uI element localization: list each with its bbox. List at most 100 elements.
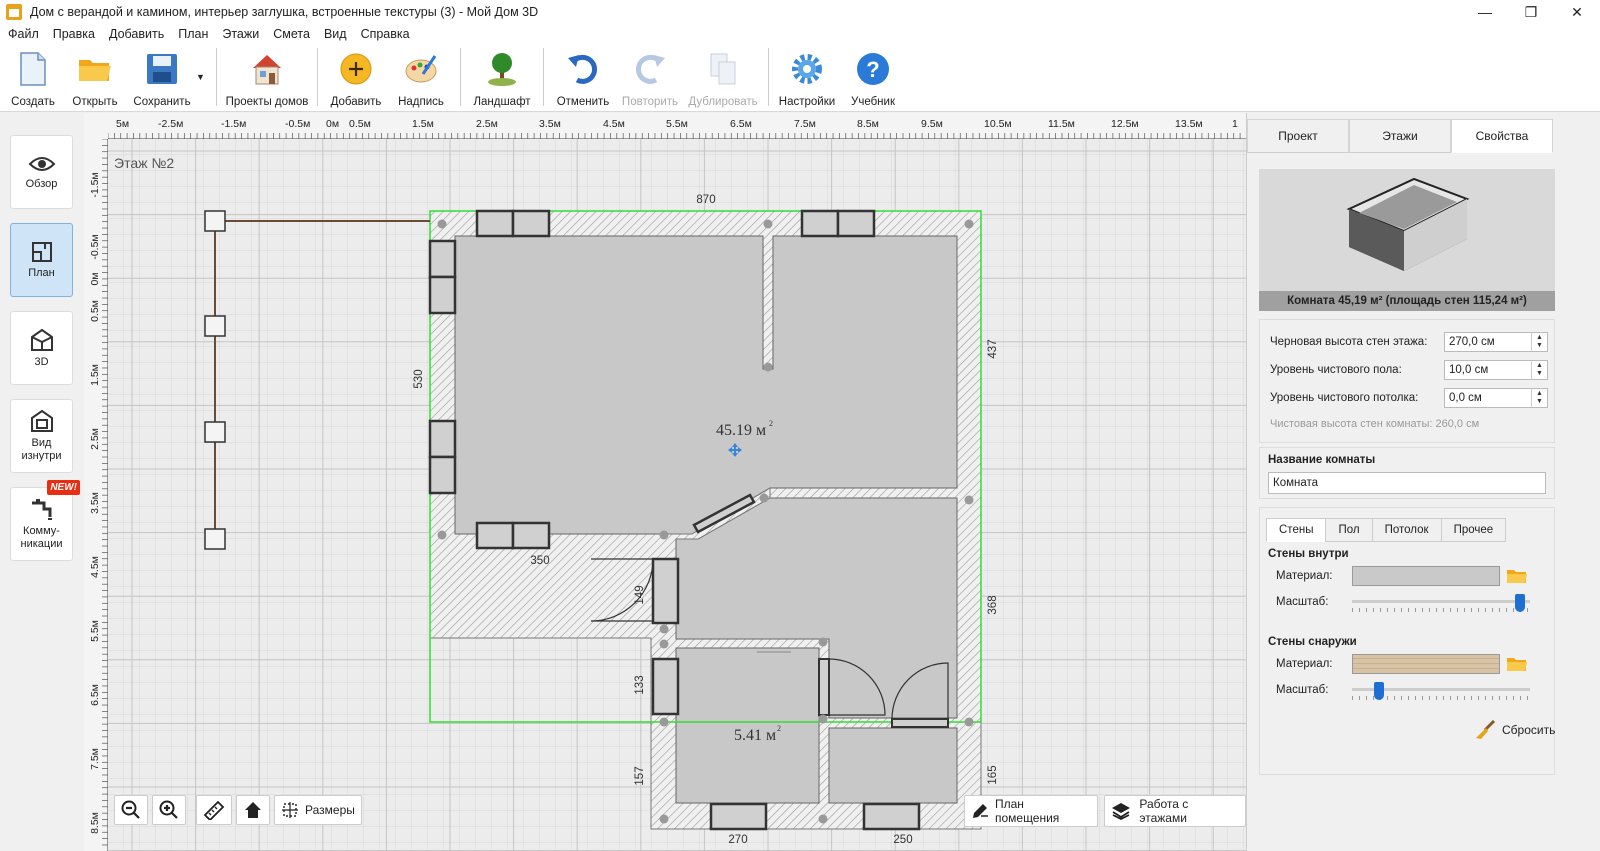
rough-height-spinner[interactable]: 270,0 см ▲ ▼ <box>1444 332 1548 352</box>
walls-outside-title: Стены снаружи <box>1268 636 1357 648</box>
ruler-tick-label: 5м <box>116 118 129 130</box>
ruler-tick-label: 8.5м <box>857 118 879 130</box>
ruler-tick-label: -1.5м <box>221 118 246 130</box>
reset-button[interactable]: Сбросить <box>1474 720 1555 740</box>
tab-other[interactable]: Прочее <box>1440 518 1507 542</box>
undo-icon <box>564 50 602 88</box>
pencil-icon <box>972 804 988 818</box>
sizes-button[interactable]: Размеры <box>274 795 362 825</box>
tab-floor[interactable]: Пол <box>1325 518 1373 542</box>
menu-file[interactable]: Файл <box>8 27 39 41</box>
copy-icon <box>704 50 742 88</box>
folder-icon[interactable] <box>1506 655 1528 673</box>
room-plan-button[interactable]: План помещения <box>964 795 1099 827</box>
save-button[interactable]: Сохранить <box>128 44 196 112</box>
add-button[interactable]: Добавить <box>324 44 388 112</box>
plan-canvas[interactable]: 5м -2.5м -1.5м -0.5м 0м 0.5м 1.5м 2.5м 3.5м 4.5м 5… <box>84 113 1246 851</box>
dimension-label: 149 <box>634 585 646 604</box>
menu-floors[interactable]: Этажи <box>222 27 259 41</box>
settings-button[interactable]: Настройки <box>775 44 839 112</box>
folder-icon <box>76 50 114 88</box>
menu-add[interactable]: Добавить <box>109 27 164 41</box>
ruler-tick-label: -2.5м <box>158 118 183 130</box>
surface-tabs: Стены Пол Потолок Прочее <box>1266 518 1507 542</box>
inside-view-button[interactable]: Вид изнутри <box>10 399 73 473</box>
interior-icon <box>30 409 53 432</box>
floor-level-spinner[interactable]: 10,0 см ▲ ▼ <box>1444 360 1548 380</box>
house-projects-button[interactable]: Проекты домов <box>223 44 311 112</box>
measure-button[interactable] <box>196 795 232 825</box>
plan-area[interactable]: 870 530 437 368 165 350 149 133 157 270 … <box>108 139 1246 851</box>
duplicate-button[interactable]: Дублировать <box>684 44 762 112</box>
room-small[interactable] <box>675 647 820 804</box>
surfaces-group: Стены Пол Потолок Прочее Стены внутри Ма… <box>1259 507 1555 775</box>
ruler-tick-label: 0.5м <box>349 118 371 130</box>
create-button[interactable]: Создать <box>4 44 62 112</box>
floorplan-icon <box>31 241 52 262</box>
redo-button[interactable]: Повторить <box>616 44 684 112</box>
tab-floors[interactable]: Этажи <box>1349 119 1451 153</box>
new-badge: NEW! <box>47 480 80 495</box>
menu-plan[interactable]: План <box>178 27 208 41</box>
layers-icon <box>1112 803 1131 820</box>
overview-view-button[interactable]: Обзор <box>10 135 73 209</box>
ruler-tick-label: 0.5м <box>89 300 101 322</box>
ruler-tick-label: 2.5м <box>89 428 101 450</box>
ceiling-level-spinner[interactable]: 0,0 см ▲ ▼ <box>1444 388 1548 408</box>
tab-walls[interactable]: Стены <box>1266 518 1327 542</box>
menu-estimate[interactable]: Смета <box>273 27 310 41</box>
ruler-tick-label: 7.5м <box>794 118 816 130</box>
plan-view-button[interactable]: План <box>10 223 73 297</box>
ruler-tick-label: 5.5м <box>89 620 101 642</box>
landscape-button[interactable]: Ландшафт <box>467 44 537 112</box>
ruler-tick-label: 1 <box>1232 118 1238 130</box>
close-button[interactable]: ✕ <box>1554 0 1600 24</box>
outside-scale-slider[interactable] <box>1352 682 1530 702</box>
room-caption: Комната 45,19 м² (площадь стен 115,24 м²… <box>1259 291 1555 311</box>
dimension-label: 157 <box>634 766 646 785</box>
ruler-tick-label: 1.5м <box>412 118 434 130</box>
inside-material-swatch[interactable] <box>1352 566 1500 586</box>
clean-height-text: Чистовая высота стен комнаты: 260,0 см <box>1270 418 1480 430</box>
folder-icon[interactable] <box>1506 567 1528 585</box>
ruler-tick-label: -0.5м <box>285 118 310 130</box>
minimize-button[interactable]: — <box>1462 0 1508 24</box>
label-button[interactable]: Надпись <box>388 44 454 112</box>
save-dropdown-icon[interactable]: ▼ <box>196 44 210 82</box>
inside-scale-slider[interactable] <box>1352 594 1530 614</box>
slider-thumb[interactable] <box>1373 682 1384 700</box>
restore-button[interactable]: ❐ <box>1508 0 1554 24</box>
menu-help[interactable]: Справка <box>361 27 410 41</box>
menu-edit[interactable]: Правка <box>53 27 95 41</box>
ruler-tick-label: 4.5м <box>603 118 625 130</box>
tab-project[interactable]: Проект <box>1247 119 1349 153</box>
dimension-label: 870 <box>696 194 715 206</box>
menu-view[interactable]: Вид <box>324 27 347 41</box>
tab-properties[interactable]: Свойства <box>1451 119 1553 153</box>
outside-material-swatch[interactable] <box>1352 654 1500 674</box>
zoom-out-button[interactable] <box>114 795 148 825</box>
help-icon: ? <box>854 50 892 88</box>
tutorial-button[interactable]: ? Учебник <box>839 44 907 112</box>
ruler-icon <box>203 800 225 820</box>
ruler-tick-label: -0.5м <box>89 234 101 259</box>
dimension-label: 250 <box>893 834 912 846</box>
spinner-arrows-icon[interactable]: ▲ ▼ <box>1531 333 1547 351</box>
undo-button[interactable]: Отменить <box>550 44 616 112</box>
dimension-label: 133 <box>634 675 646 694</box>
floors-work-button[interactable]: Работа с этажами <box>1104 795 1246 827</box>
dimension-label: 530 <box>413 369 425 388</box>
room-bath[interactable] <box>828 727 958 804</box>
room-name-input[interactable]: Комната <box>1268 472 1546 494</box>
spinner-arrows-icon[interactable]: ▲ ▼ <box>1531 361 1547 379</box>
3d-view-button[interactable]: 3D <box>10 311 73 385</box>
home-view-button[interactable] <box>236 795 270 825</box>
communications-button[interactable]: NEW! Комму- никации <box>10 480 80 561</box>
view-sidebar: Обзор План 3D Вид изнутри NEW! Комму- ни… <box>0 113 84 851</box>
ruler-tick-label: 10.5м <box>984 118 1012 130</box>
slider-thumb[interactable] <box>1514 594 1525 612</box>
open-button[interactable]: Открыть <box>62 44 128 112</box>
spinner-arrows-icon[interactable]: ▲ ▼ <box>1531 389 1547 407</box>
tab-ceiling[interactable]: Потолок <box>1371 518 1442 542</box>
zoom-in-button[interactable] <box>152 795 186 825</box>
